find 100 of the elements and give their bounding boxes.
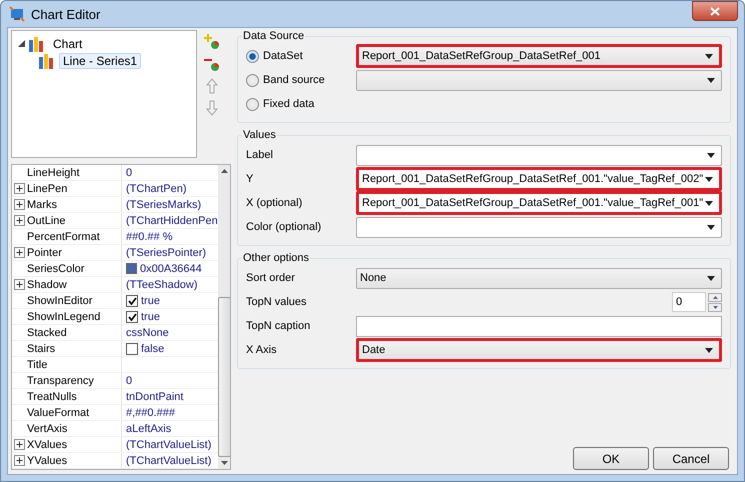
dropdown[interactable]: None bbox=[356, 268, 722, 288]
checkbox[interactable] bbox=[126, 342, 138, 354]
property-value: tnDontPaint bbox=[126, 390, 184, 402]
property-name: YValues bbox=[27, 454, 68, 466]
expand-plus-icon[interactable] bbox=[14, 439, 25, 450]
close-button[interactable] bbox=[692, 1, 738, 21]
property-value: 0 bbox=[126, 374, 132, 386]
checkbox[interactable] bbox=[126, 310, 138, 322]
property-value: (TChartPen) bbox=[126, 182, 187, 194]
property-name: SeriesColor bbox=[27, 262, 84, 274]
bar-chart-icon bbox=[38, 52, 56, 68]
property-name: ShowInEditor bbox=[27, 294, 92, 306]
caret-icon bbox=[705, 54, 713, 58]
property-value: ##0.## % bbox=[126, 230, 172, 242]
radio-button[interactable] bbox=[246, 74, 259, 86]
caret-icon bbox=[707, 78, 715, 82]
expand-plus-icon[interactable] bbox=[14, 199, 25, 210]
spin-down-button[interactable] bbox=[708, 302, 722, 312]
caret-icon bbox=[705, 176, 713, 182]
spin-up-button[interactable] bbox=[708, 292, 722, 302]
bar-chart-icon bbox=[28, 36, 46, 52]
property-value: (TChartValueList) bbox=[126, 454, 212, 466]
caret-icon bbox=[705, 348, 713, 352]
dropdown[interactable]: Report_001_DataSetRefGroup_DataSetRef_001 bbox=[356, 44, 722, 68]
property-name: Stairs bbox=[27, 342, 56, 354]
property-value: (TChartHiddenPen bbox=[126, 214, 218, 226]
property-name: ShowInLegend bbox=[27, 310, 100, 322]
property-name: XValues bbox=[27, 438, 68, 450]
property-name: Marks bbox=[27, 198, 57, 210]
property-name: Pointer bbox=[27, 246, 62, 258]
expand-plus-icon[interactable] bbox=[14, 215, 25, 226]
field-label: X (optional) bbox=[246, 197, 304, 209]
dropdown[interactable]: Date bbox=[356, 338, 722, 362]
property-value: 0 bbox=[126, 166, 132, 178]
property-value: 0x00A36644 bbox=[140, 262, 202, 274]
caret-icon bbox=[707, 276, 715, 280]
dropdown[interactable]: Report_001_DataSetRefGroup_DataSetRef_001."value_TagRef_001" bbox=[356, 191, 722, 215]
property-value: true bbox=[141, 294, 160, 306]
property-value: true bbox=[141, 310, 160, 322]
spin-down-icon bbox=[712, 306, 718, 308]
dialog-button[interactable]: OK bbox=[573, 447, 649, 470]
remove-series-icon[interactable] bbox=[204, 56, 220, 72]
expand-plus-icon[interactable] bbox=[14, 247, 25, 258]
dropdown[interactable]: Report_001_DataSetRefGroup_DataSetRef_001."value_TagRef_002" bbox=[356, 167, 722, 191]
field-label: Y bbox=[246, 173, 254, 185]
checkbox[interactable] bbox=[126, 294, 138, 306]
tree-item[interactable]: Line - Series1 bbox=[59, 52, 142, 68]
scrollbar[interactable] bbox=[218, 165, 230, 469]
field-label: Color (optional) bbox=[246, 221, 322, 233]
property-name: ValueFormat bbox=[27, 406, 90, 418]
group-title: Values bbox=[242, 129, 277, 141]
property-value: #,##0.### bbox=[126, 406, 175, 418]
field-label: Sort order bbox=[246, 272, 296, 284]
property-value: (TTeeShadow) bbox=[126, 278, 198, 290]
property-name: Transparency bbox=[27, 374, 94, 386]
property-name: OutLine bbox=[27, 214, 66, 226]
field-label: TopN values bbox=[246, 296, 308, 308]
property-value: false bbox=[141, 342, 164, 354]
window-title: Chart Editor bbox=[31, 6, 102, 22]
expand-plus-icon[interactable] bbox=[14, 455, 25, 466]
property-name: LinePen bbox=[27, 182, 68, 194]
close-icon bbox=[710, 6, 720, 16]
app-icon bbox=[9, 6, 25, 22]
number-field[interactable]: 0 bbox=[672, 292, 706, 312]
field-label: X Axis bbox=[246, 344, 278, 356]
group-title: Other options bbox=[242, 252, 310, 264]
radio-label[interactable]: Band source bbox=[263, 74, 325, 86]
radio-label[interactable]: Fixed data bbox=[263, 98, 314, 110]
property-value: (TSeriesMarks) bbox=[126, 198, 202, 210]
field-label: Label bbox=[246, 149, 274, 161]
property-value: cssNone bbox=[126, 326, 169, 338]
property-name: TreatNulls bbox=[27, 390, 77, 402]
property-name: VertAxis bbox=[27, 422, 68, 434]
caret-icon bbox=[705, 200, 713, 206]
radio-label[interactable]: DataSet bbox=[263, 50, 303, 62]
property-name: PercentFormat bbox=[27, 230, 100, 242]
caret-icon bbox=[707, 224, 715, 230]
scroll-down-icon[interactable] bbox=[220, 461, 228, 465]
scroll-up-icon[interactable] bbox=[220, 169, 228, 173]
field-label: TopN caption bbox=[246, 320, 312, 332]
dialog-button[interactable]: Cancel bbox=[653, 447, 729, 470]
property-value: aLeftAxis bbox=[126, 422, 172, 434]
property-name: LineHeight bbox=[27, 166, 80, 178]
radio-button[interactable] bbox=[246, 98, 259, 110]
expand-plus-icon[interactable] bbox=[14, 183, 25, 194]
scroll-thumb[interactable] bbox=[218, 297, 230, 457]
expand-triangle-icon[interactable] bbox=[18, 40, 25, 47]
group-title: Data Source bbox=[242, 30, 306, 42]
property-name: Title bbox=[27, 358, 48, 370]
expand-plus-icon[interactable] bbox=[14, 279, 25, 290]
input-field[interactable] bbox=[356, 316, 722, 336]
property-value: (TSeriesPointer) bbox=[126, 246, 206, 258]
radio-button[interactable] bbox=[246, 50, 259, 62]
property-name: Stacked bbox=[27, 326, 67, 338]
spin-up-icon bbox=[712, 296, 718, 298]
add-series-icon[interactable] bbox=[204, 34, 220, 50]
tree-item[interactable]: Chart bbox=[49, 36, 86, 52]
caret-icon bbox=[707, 152, 715, 158]
property-name: Shadow bbox=[27, 278, 67, 290]
property-value: (TChartValueList) bbox=[126, 438, 212, 450]
